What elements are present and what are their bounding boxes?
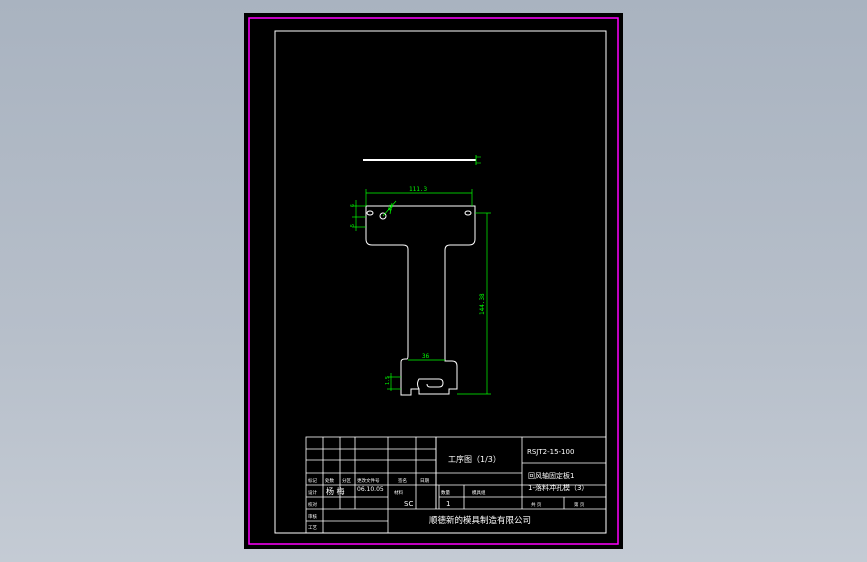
drawing-sheet: 111.3 144.38 36 6 5 Ø2 1.5 工序图（1/3） RSJT [244,13,623,549]
part-name-2: 1-落料冲孔模（3） [528,483,588,492]
label-count: 处数 [325,477,334,484]
part-outline [365,205,476,396]
outer-border [248,17,619,545]
dim-small-side: 1.5 [385,376,391,385]
dim-width-bottom: 36 [422,353,430,360]
label-approve: 审核 [308,513,317,520]
part-name-1: 回风轴固定板1 [528,471,574,480]
label-sheet: 第 页 [574,501,585,508]
material-value: SC [404,500,413,508]
label-sheet-total: 共 页 [531,501,542,508]
cad-drawing: 111.3 144.38 36 6 5 Ø2 1.5 工序图（1/3） RSJT [248,17,619,545]
company-name: 顺德新的模具制造有限公司 [429,515,531,526]
drawing-title: 工序图（1/3） [448,454,501,464]
design-date: 06.10.05 [357,486,384,493]
quantity-value: 1 [446,500,450,508]
drawing-number: RSJT2-15-100 [527,448,574,456]
designer-name: 杨 梅 [326,486,345,496]
dim-small-left: 6 [350,204,356,207]
label-process: 工艺 [308,525,317,531]
dim-small-dia: Ø2 [386,204,395,212]
inner-frame [274,30,607,534]
label-quantity: 数量 [441,489,450,496]
label-sign: 签名 [398,477,407,484]
label-mark: 标记 [308,477,317,484]
label-zone: 分区 [342,477,351,484]
dimension-lines [352,189,491,395]
dim-width-top: 111.3 [409,186,427,193]
label-material: 材料 [394,489,403,496]
label-check: 校对 [308,501,317,508]
label-date: 日期 [420,478,429,484]
label-design: 设计 [308,489,317,496]
strip-view [363,155,481,165]
dim-height-total: 144.38 [479,293,486,315]
label-doc-no: 更改文件号 [357,477,380,484]
label-mold: 模具组 [472,489,486,496]
dim-small-left-2: 5 [350,224,356,227]
